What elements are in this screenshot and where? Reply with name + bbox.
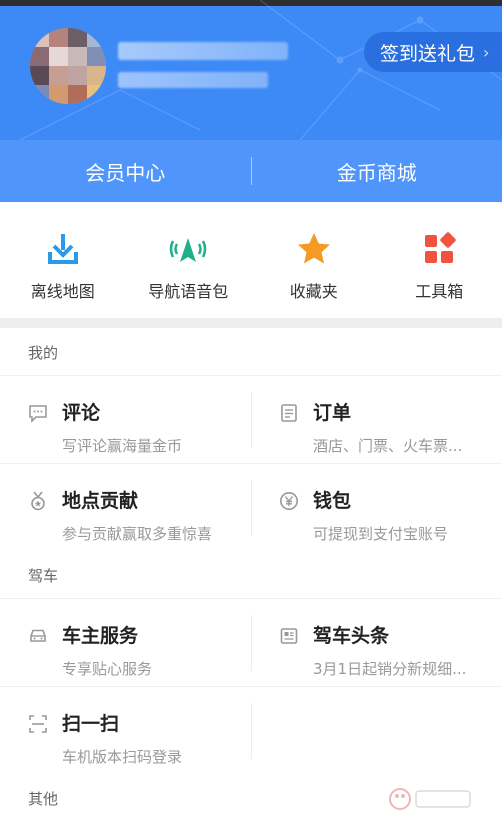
order-title: 订单 — [313, 402, 352, 424]
avatar[interactable] — [30, 28, 106, 104]
car-owner-service-subtitle: 专享贴心服务 — [62, 660, 153, 678]
section-title-driving: 驾车 — [0, 551, 502, 599]
wallet-subtitle: 可提现到支付宝账号 — [313, 525, 449, 543]
wallet-title: 钱包 — [313, 490, 352, 512]
empty-cell — [251, 687, 502, 775]
driving-news-subtitle: 3月1日起销分新规细... — [313, 660, 467, 678]
car-owner-service-title: 车主服务 — [62, 625, 139, 647]
coin-mall-button[interactable]: 金币商城 — [252, 157, 502, 186]
scan-item[interactable]: 扫一扫 车机版本扫码登录 — [0, 687, 251, 775]
offline-map-button[interactable]: 离线地图 — [0, 202, 126, 318]
driving-row-2: 扫一扫 车机版本扫码登录 — [0, 687, 502, 775]
wallet-item[interactable]: 钱包 可提现到支付宝账号 — [251, 464, 502, 552]
order-subtitle: 酒店、门票、火车票... — [313, 437, 463, 455]
medal-icon — [31, 491, 45, 511]
driving-row-1: 车主服务 专享贴心服务 驾车头条 3月1日起销分新规细... — [0, 599, 502, 687]
username-blurred — [118, 42, 288, 60]
quick-actions: 离线地图 导航语音包 收藏夹 工具箱 — [0, 202, 502, 318]
order-icon — [281, 404, 297, 422]
scan-icon — [29, 715, 47, 733]
comment-subtitle: 写评论赢海量金币 — [62, 437, 183, 455]
navigation-voice-label: 导航语音包 — [148, 282, 229, 301]
member-center-button[interactable]: 会员中心 — [0, 157, 251, 186]
driving-news-item[interactable]: 驾车头条 3月1日起销分新规细... — [251, 599, 502, 686]
profile-header: 签到送礼包 › — [0, 0, 502, 140]
section-mine: 我的 评论 写评论赢海量金币 订单 酒店、门票、火车票... 地点贡献 参与贡献… — [0, 328, 502, 552]
news-icon — [280, 628, 298, 644]
toolbox-button[interactable]: 工具箱 — [377, 202, 502, 318]
section-other: 其他 — [0, 774, 502, 831]
signin-gift-button[interactable]: 签到送礼包 › — [364, 32, 502, 72]
place-contribution-title: 地点贡献 — [62, 490, 139, 512]
mine-row-2: 地点贡献 参与贡献赢取多重惊喜 钱包 可提现到支付宝账号 — [0, 464, 502, 552]
favorites-button[interactable]: 收藏夹 — [251, 202, 377, 318]
comment-title: 评论 — [62, 402, 101, 424]
place-contribution-item[interactable]: 地点贡献 参与贡献赢取多重惊喜 — [0, 464, 251, 552]
navigation-voice-icon — [170, 238, 207, 262]
comment-item[interactable]: 评论 写评论赢海量金币 — [0, 376, 251, 463]
download-icon — [47, 234, 78, 264]
chevron-right-icon: › — [483, 42, 490, 62]
mine-row-1: 评论 写评论赢海量金币 订单 酒店、门票、火车票... — [0, 376, 502, 464]
star-icon — [297, 233, 330, 264]
section-title-mine: 我的 — [0, 328, 502, 376]
toolbox-icon — [425, 232, 456, 263]
navigation-voice-button[interactable]: 导航语音包 — [126, 202, 252, 318]
section-driving: 驾车 车主服务 专享贴心服务 驾车头条 3月1日起销分新规细... 扫一扫 车机… — [0, 551, 502, 775]
comment-icon — [29, 405, 47, 423]
wallet-yen-icon — [280, 492, 298, 510]
signin-label: 签到送礼包 — [380, 42, 476, 65]
watermark-logo — [389, 788, 471, 810]
car-owner-service-item[interactable]: 车主服务 专享贴心服务 — [0, 599, 251, 686]
offline-map-label: 离线地图 — [30, 282, 95, 301]
scan-title: 扫一扫 — [62, 713, 120, 735]
place-contribution-subtitle: 参与贡献赢取多重惊喜 — [62, 525, 213, 543]
user-info-blurred — [118, 72, 268, 88]
scan-subtitle: 车机版本扫码登录 — [62, 748, 183, 766]
car-icon — [30, 629, 46, 642]
member-bar: 会员中心 金币商城 — [0, 140, 502, 202]
favorites-label: 收藏夹 — [289, 282, 338, 301]
driving-news-title: 驾车头条 — [313, 625, 390, 647]
toolbox-label: 工具箱 — [415, 282, 464, 301]
order-item[interactable]: 订单 酒店、门票、火车票... — [251, 376, 502, 463]
